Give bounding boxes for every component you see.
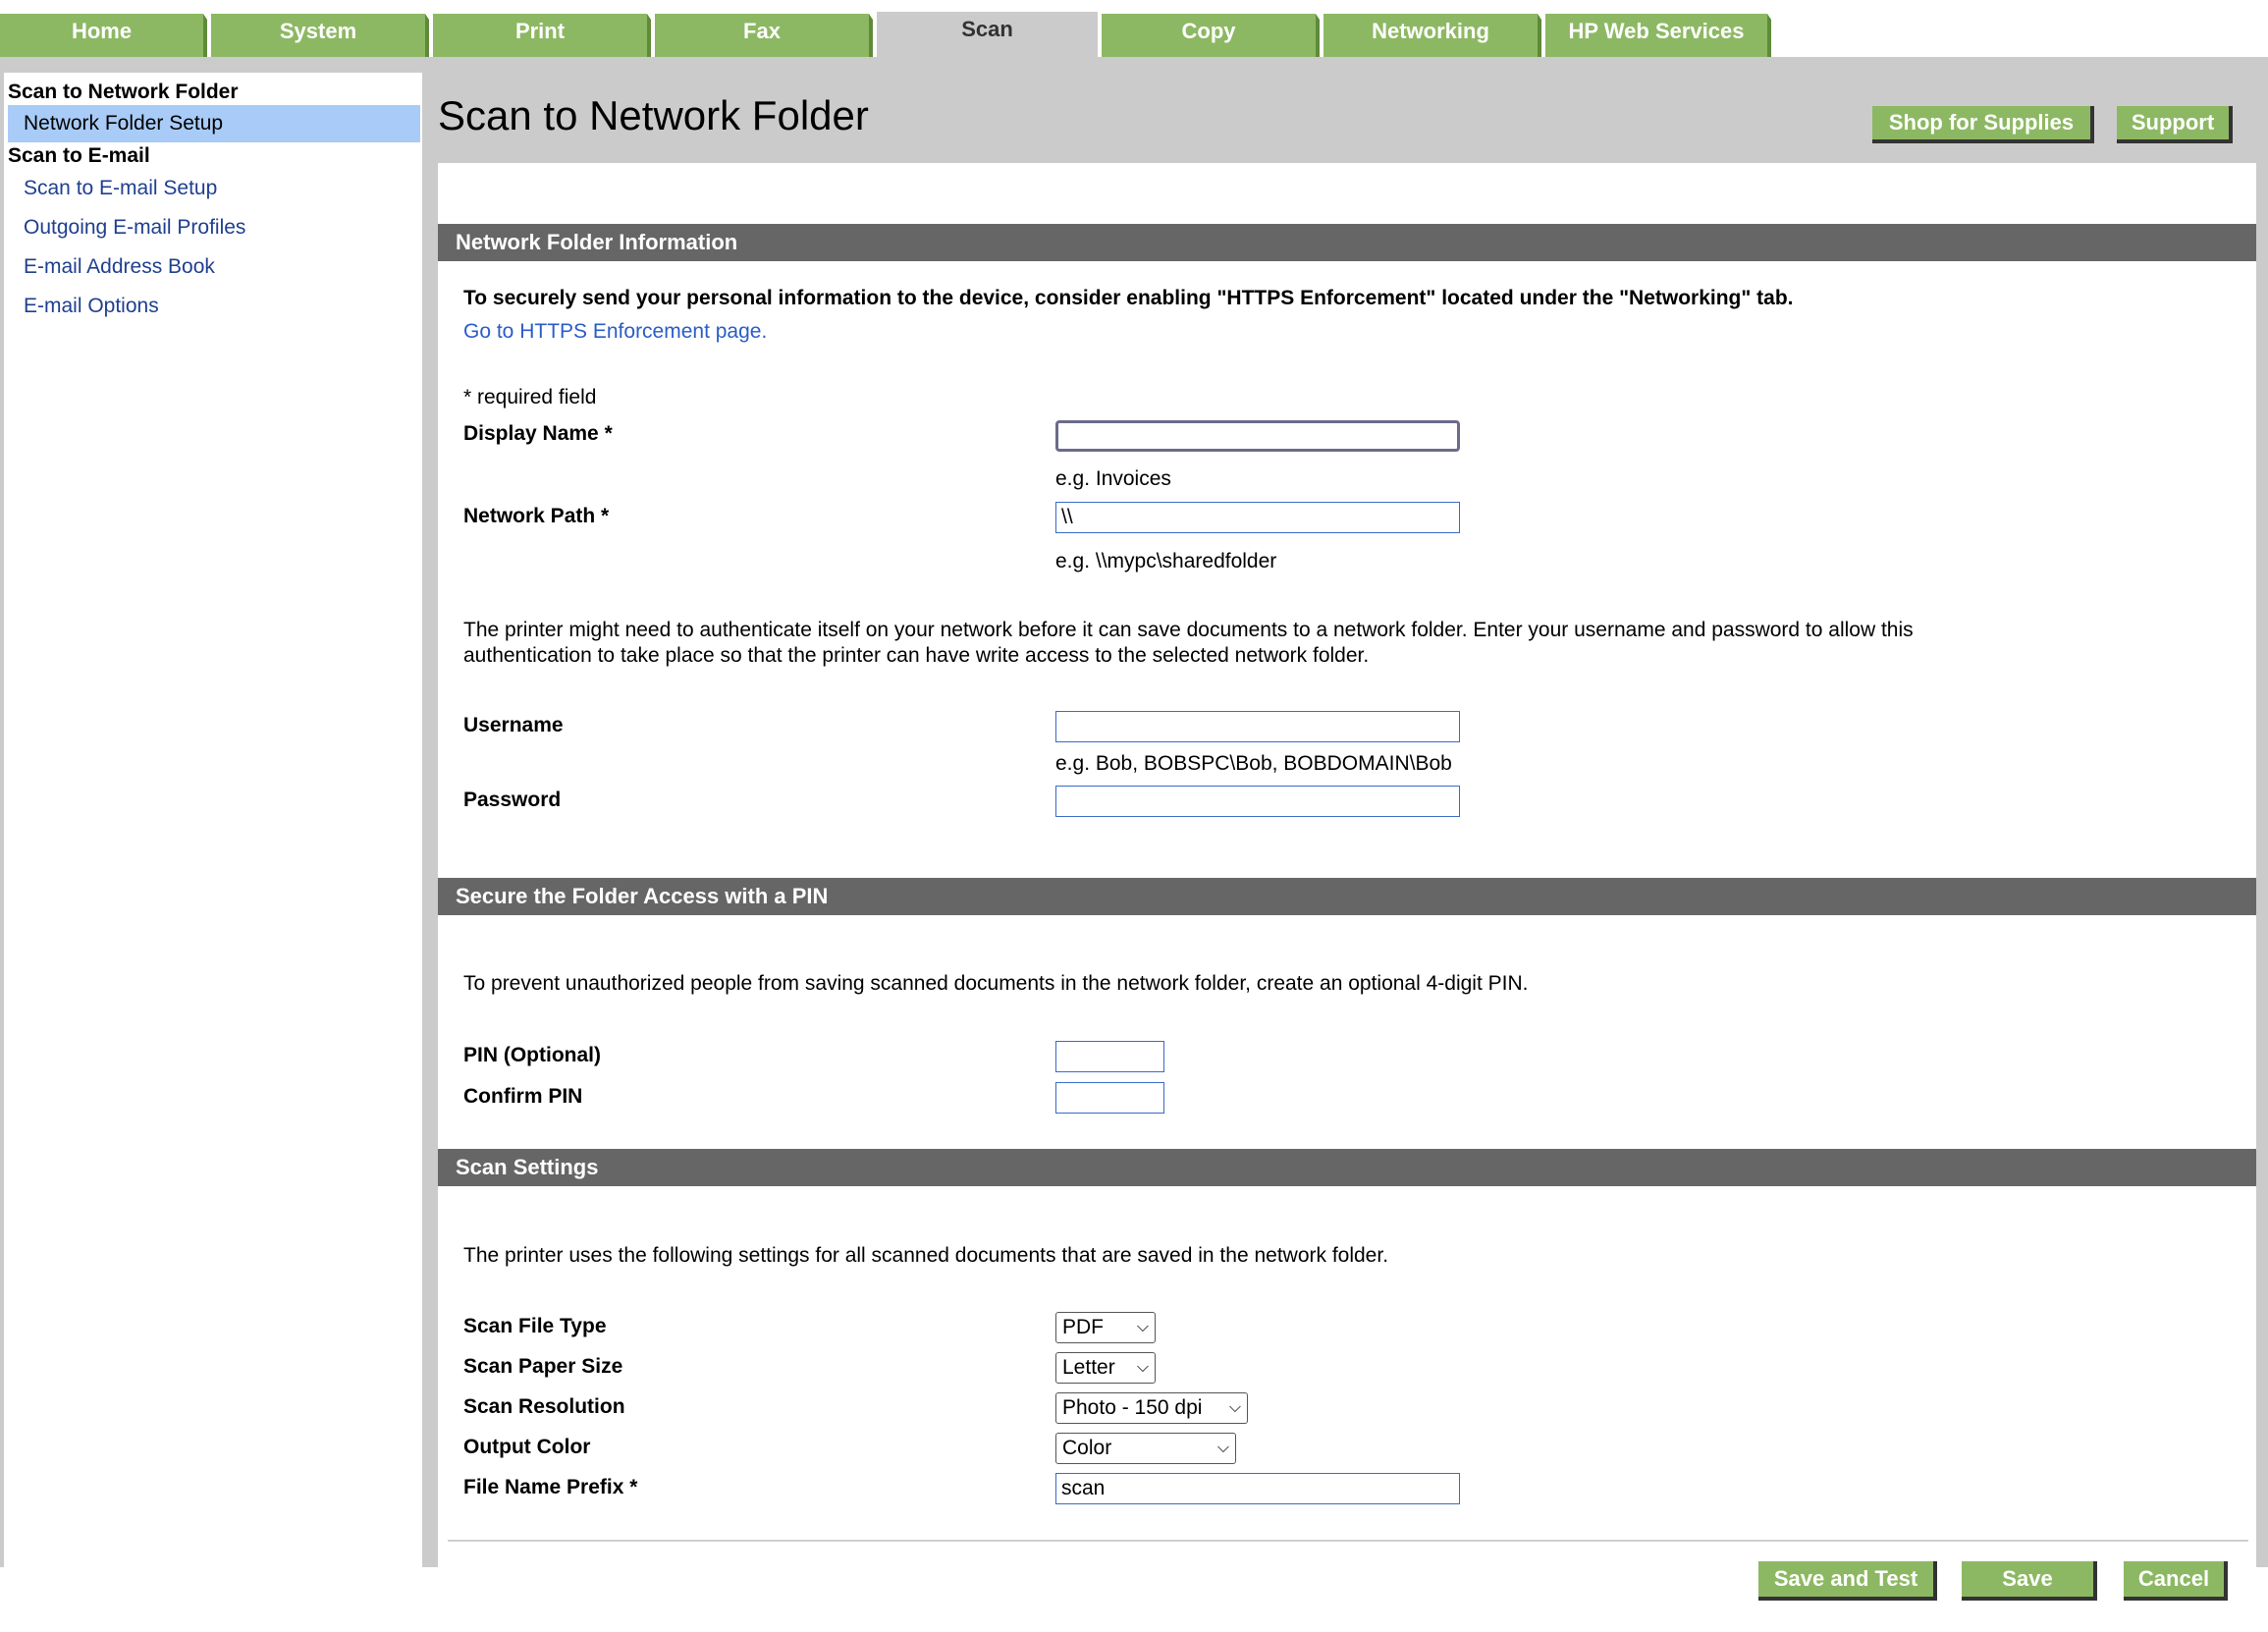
pin-input[interactable] [1055, 1041, 1164, 1072]
scan-file-type-label: Scan File Type [463, 1315, 607, 1337]
tab-home[interactable]: Home [0, 14, 207, 57]
confirm-pin-input[interactable] [1055, 1082, 1164, 1114]
username-input[interactable] [1055, 711, 1460, 742]
support-button[interactable]: Support [2117, 106, 2233, 143]
pin-label: PIN (Optional) [463, 1044, 601, 1066]
section-pin: Secure the Folder Access with a PIN [438, 878, 2256, 915]
top-tab-bar: Home System Print Fax Scan Copy Networki… [0, 0, 2268, 61]
username-label: Username [463, 714, 564, 736]
output-color-value: Color [1062, 1437, 1112, 1459]
sidebar-item-email-options[interactable]: E-mail Options [8, 288, 420, 325]
password-label: Password [463, 789, 562, 811]
username-hint: e.g. Bob, BOBSPC\Bob, BOBDOMAIN\Bob [1055, 752, 1452, 775]
scan-file-type-select[interactable]: PDF ⌵ [1055, 1312, 1156, 1343]
section-scan-settings: Scan Settings [438, 1149, 2256, 1186]
network-path-label: Network Path * [463, 505, 610, 527]
display-name-input[interactable] [1055, 420, 1460, 452]
https-notice: To securely send your personal informati… [463, 287, 1794, 309]
password-input[interactable] [1055, 786, 1460, 817]
cancel-button[interactable]: Cancel [2124, 1561, 2228, 1601]
scan-paper-size-select[interactable]: Letter ⌵ [1055, 1352, 1156, 1384]
sidebar-item-address-book[interactable]: E-mail Address Book [8, 248, 420, 286]
main-panel: Scan to Network Folder Shop for Supplies… [438, 59, 2256, 1626]
auth-description-line1: The printer might need to authenticate i… [463, 619, 1914, 641]
sidebar: Scan to Network Folder Network Folder Se… [4, 73, 422, 1567]
file-name-prefix-input[interactable] [1055, 1473, 1460, 1504]
form-divider [448, 1540, 2248, 1542]
sidebar-heading-network-folder: Scan to Network Folder [8, 81, 239, 103]
sidebar-item-email-profiles[interactable]: Outgoing E-mail Profiles [8, 209, 420, 246]
pin-description: To prevent unauthorized people from savi… [463, 972, 1529, 995]
scan-resolution-value: Photo - 150 dpi [1062, 1396, 1203, 1419]
tab-fax[interactable]: Fax [655, 14, 873, 57]
tab-scan[interactable]: Scan [877, 12, 1098, 59]
tab-networking[interactable]: Networking [1323, 14, 1541, 57]
scan-settings-description: The printer uses the following settings … [463, 1244, 1389, 1267]
output-color-label: Output Color [463, 1436, 591, 1458]
sidebar-heading-email: Scan to E-mail [8, 144, 150, 167]
chevron-down-icon: ⌵ [1228, 1399, 1241, 1416]
sidebar-item-network-folder-setup[interactable]: Network Folder Setup [8, 105, 420, 142]
tab-system[interactable]: System [211, 14, 429, 57]
tab-hp-web-services[interactable]: HP Web Services [1545, 14, 1771, 57]
save-and-test-button[interactable]: Save and Test [1758, 1561, 1937, 1601]
network-path-hint: e.g. \\mypc\sharedfolder [1055, 550, 1277, 572]
scan-paper-size-label: Scan Paper Size [463, 1355, 623, 1378]
tab-copy[interactable]: Copy [1102, 14, 1320, 57]
section-network-folder-information: Network Folder Information [438, 224, 2256, 261]
tab-print[interactable]: Print [433, 14, 651, 57]
page-title: Scan to Network Folder [438, 92, 869, 138]
display-name-hint: e.g. Invoices [1055, 467, 1171, 490]
confirm-pin-label: Confirm PIN [463, 1085, 583, 1108]
form-content: Network Folder Information To securely s… [438, 163, 2256, 1626]
scan-resolution-label: Scan Resolution [463, 1395, 625, 1418]
file-name-prefix-label: File Name Prefix * [463, 1476, 638, 1498]
required-field-note: * required field [463, 386, 597, 408]
scan-paper-size-value: Letter [1062, 1356, 1115, 1379]
scan-file-type-value: PDF [1062, 1316, 1104, 1338]
auth-description-line2: authentication to take place so that the… [463, 644, 1370, 667]
chevron-down-icon: ⌵ [1136, 1319, 1149, 1335]
network-path-input[interactable] [1055, 502, 1460, 533]
scan-resolution-select[interactable]: Photo - 150 dpi ⌵ [1055, 1392, 1248, 1424]
sidebar-item-email-setup[interactable]: Scan to E-mail Setup [8, 170, 420, 207]
display-name-label: Display Name * [463, 422, 613, 445]
output-color-select[interactable]: Color ⌵ [1055, 1433, 1236, 1464]
chevron-down-icon: ⌵ [1216, 1440, 1229, 1456]
https-enforcement-link[interactable]: Go to HTTPS Enforcement page. [463, 320, 767, 344]
shop-for-supplies-button[interactable]: Shop for Supplies [1872, 106, 2094, 143]
save-only-button[interactable]: Save Only [1962, 1561, 2097, 1626]
chevron-down-icon: ⌵ [1136, 1359, 1149, 1376]
